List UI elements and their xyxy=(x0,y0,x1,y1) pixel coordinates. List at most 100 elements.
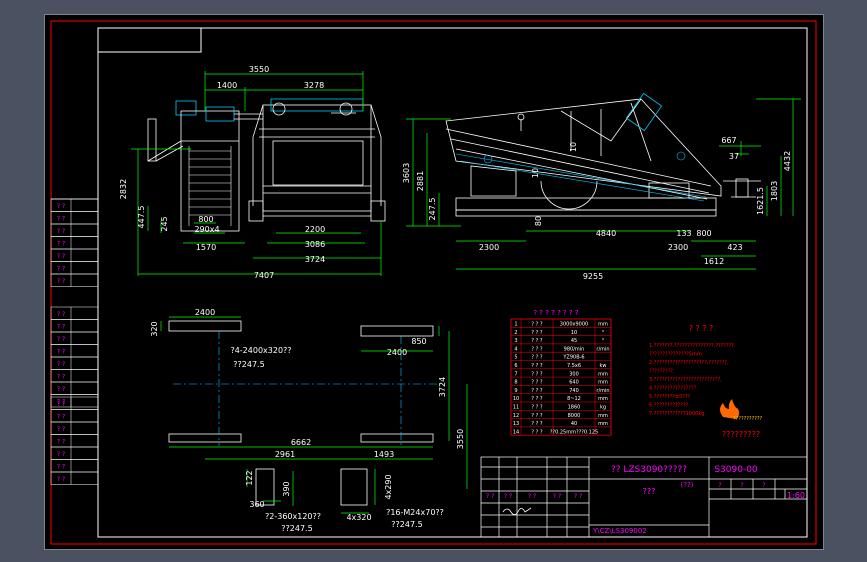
param-cell: ? ? ? xyxy=(531,355,542,361)
left-strip-label: ? ? xyxy=(57,361,65,368)
param-cell: 7 xyxy=(514,371,517,377)
left-strip-label: ? ? xyxy=(57,203,65,210)
drawing-number: S3090-00 xyxy=(714,465,758,475)
param-cell: 5 xyxy=(514,355,517,361)
dim-4432: 4432 xyxy=(783,151,792,171)
front-view-labels: 3550 1400 3278 2832 447.5 245 800 290x4 … xyxy=(119,65,325,280)
qty-label: (??) xyxy=(681,481,694,489)
left-strip-label: ? ? xyxy=(57,386,65,393)
front-view xyxy=(147,98,386,232)
left-strip-label: ? ? xyxy=(57,439,65,446)
left-strip-label: ? ? xyxy=(57,216,65,223)
left-strip-label: ? ? xyxy=(57,401,65,408)
title-header-cell: ? ? xyxy=(528,493,536,500)
param-cell: 13 xyxy=(513,421,519,427)
dim-2300-left: 2300 xyxy=(479,243,499,252)
title-header-cell: ? xyxy=(718,482,721,489)
note-line: 3.?????????????????????????, xyxy=(649,377,722,383)
drawing-viewport[interactable]: ? ?? ?? ?? ?? ?? ?? ?? ?? ?? ?? ?? ?? ??… xyxy=(44,14,824,550)
param-cell: ? ? ? xyxy=(531,429,542,435)
note-line: 2.????????????????????,???????, xyxy=(649,360,729,366)
param-cell: 980/min xyxy=(564,346,585,352)
dim-9255: 9255 xyxy=(583,272,603,281)
left-strip-label: ? ? xyxy=(57,464,65,471)
param-cell: 6 xyxy=(514,363,517,369)
param-cell: mm xyxy=(598,371,608,377)
title-block-text: ?? LZS3090????? S3090-00 ??? (??) 1:60 Y… xyxy=(486,465,805,535)
left-strip-label: ? ? xyxy=(57,266,65,273)
detail-note-2: ?16-M24x70?? xyxy=(386,508,444,517)
dim-4x320: 4x320 xyxy=(346,513,371,522)
side-view-labels: 3603 2881 247.5 2300 4840 2300 800 423 1… xyxy=(402,136,792,281)
side-view xyxy=(445,92,761,217)
param-cell: 1860 xyxy=(568,405,581,411)
dim-447-5: 447.5 xyxy=(137,206,146,229)
left-strip-label: ? ? xyxy=(57,278,65,285)
param-cell: ? ? ? xyxy=(531,330,542,336)
dim-360: 360 xyxy=(249,500,264,509)
notes-title: ? ? ? ? xyxy=(689,324,714,333)
note-line: 5.????????±0??? xyxy=(649,394,691,400)
dim-80: 80 xyxy=(534,216,543,226)
param-cell: kw xyxy=(600,363,607,369)
spec-note: ?4-2400x320?? xyxy=(230,346,291,355)
dim-3603: 3603 xyxy=(402,163,411,183)
param-cell: mm xyxy=(598,396,608,402)
detail-note-1: ?2-360x120?? xyxy=(265,512,321,521)
drawing-title: ?? LZS3090????? xyxy=(611,465,687,475)
param-cell: ? ? ? xyxy=(531,388,542,394)
drawing-subtitle: ??? xyxy=(643,487,656,496)
dim-1493: 1493 xyxy=(374,450,394,459)
param-cell: 10 xyxy=(571,330,577,336)
param-cell: mm xyxy=(598,413,608,419)
param-cell: ? ? ? xyxy=(531,322,542,328)
dim-3724-plan: 3724 xyxy=(438,377,447,397)
param-cell: mm xyxy=(598,380,608,386)
left-strip: ? ? ? ? ? ? ? ? ? ? ? ? ? ? ? ? ? ? ? ? ? ? ? ? ? ??… xyxy=(50,198,99,485)
dim-2961: 2961 xyxy=(275,450,295,459)
foundation-labels: 2400 320 ?4-2400x320?? ??247.5 2400 850 … xyxy=(150,308,465,533)
param-cell: ? ? ? xyxy=(531,413,542,419)
left-strip-label: ? ? xyxy=(57,451,65,458)
param-cell: mm xyxy=(598,421,608,427)
dim-1570: 1570 xyxy=(196,243,216,252)
dim-390: 390 xyxy=(282,481,291,496)
title-header-cell: ? ? xyxy=(504,493,512,500)
param-cell: r/min xyxy=(596,388,609,394)
parameter-table: 1 ? ? ? 3000x9000 mm 2 ? ? ? 10 ° 3 ? ? ? 45 ° 4 ? ? … xyxy=(510,318,612,436)
dim-1612: 1612 xyxy=(704,257,724,266)
drawing-scale: 1:60 xyxy=(787,491,805,500)
note-line: 7.????????????1000kg. xyxy=(649,411,706,417)
dim-800-side: 800 xyxy=(696,229,711,238)
param-cell: 300 xyxy=(569,371,579,377)
param-cell: 640 xyxy=(569,380,579,386)
dim-423: 423 xyxy=(727,243,742,252)
foundation-dimensions xyxy=(160,316,468,514)
dim-37: 37 xyxy=(729,152,739,161)
param-cell: 2 xyxy=(514,330,517,336)
dim-2400-top: 2400 xyxy=(195,308,215,317)
dim-247-5: 247.5 xyxy=(428,198,437,221)
param-cell: 45 xyxy=(571,338,577,344)
left-strip-label: ? ? xyxy=(57,336,65,343)
param-cell: mm xyxy=(598,322,608,328)
dim-6662: 6662 xyxy=(291,438,311,447)
param-cell: ? ? ? xyxy=(531,396,542,402)
param-cell: ? ? ? xyxy=(531,421,542,427)
dim-1621-5: 1621.5 xyxy=(756,187,765,215)
param-cell: 9 xyxy=(514,388,517,394)
param-cell: ? ? ? xyxy=(531,338,542,344)
level-note: ??247.5 xyxy=(233,360,264,369)
dim-2400-right: 2400 xyxy=(387,348,407,357)
param-cell: kg xyxy=(600,405,606,411)
dim-2200: 2200 xyxy=(305,225,325,234)
dim-10: 10 xyxy=(531,168,540,178)
param-cell: 8 xyxy=(514,380,517,386)
left-strip-label: ? ? xyxy=(57,476,65,483)
param-cell: YZ90B-6 xyxy=(562,355,584,361)
left-strip-label: ? ? xyxy=(57,426,65,433)
company-logo: ??????????? ????????? xyxy=(720,399,763,439)
detail-level-1: ??247.5 xyxy=(281,524,312,533)
dim-800: 800 xyxy=(198,215,213,224)
dim-3550-plan: 3550 xyxy=(456,429,465,449)
